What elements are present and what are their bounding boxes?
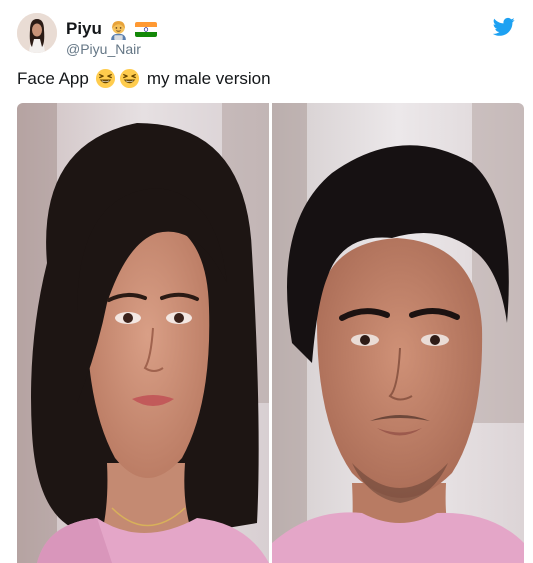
female-face-photo[interactable]: [17, 103, 269, 563]
tweet-card: Piyu @Piyu_Nair Face App my male version: [0, 0, 533, 563]
tweet-text-start: Face App: [17, 68, 89, 88]
display-name[interactable]: Piyu: [66, 19, 102, 39]
india-flag-icon: [134, 21, 157, 37]
male-face-photo[interactable]: [272, 103, 524, 563]
tweet-text-end: my male version: [146, 68, 271, 88]
avatar-image: [17, 13, 57, 53]
user-handle[interactable]: @Piyu_Nair: [66, 41, 141, 57]
twitter-bird-icon[interactable]: [493, 17, 515, 37]
laughing-emoji: [95, 68, 115, 89]
tweet-media[interactable]: [17, 103, 524, 563]
avatar[interactable]: [17, 13, 57, 53]
display-name-row[interactable]: Piyu: [66, 18, 157, 40]
laughing-emoji: [119, 68, 139, 89]
woman-technologist-emoji: [111, 20, 126, 40]
tweet-text: Face App my male version: [17, 68, 271, 89]
